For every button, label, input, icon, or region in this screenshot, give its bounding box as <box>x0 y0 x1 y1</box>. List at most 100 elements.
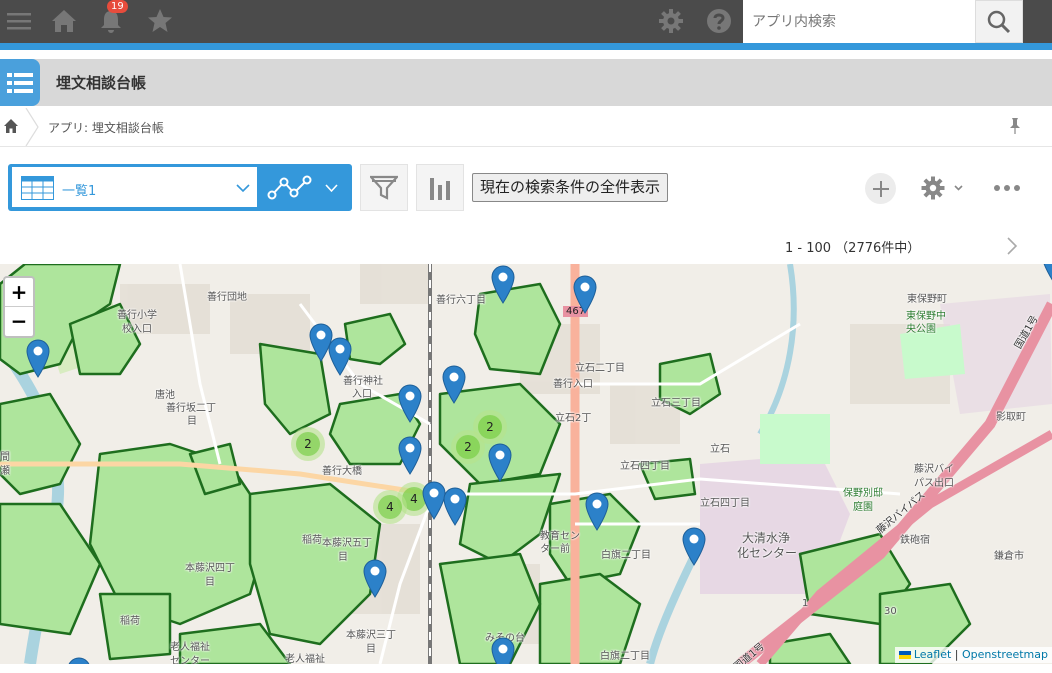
zoom-out-button[interactable]: − <box>5 307 33 336</box>
map-marker-icon[interactable] <box>572 274 598 314</box>
gear-icon <box>921 176 963 200</box>
map-label: センター <box>170 656 210 664</box>
map-label: 立石三丁目 <box>651 398 701 409</box>
chevron-down-icon <box>325 184 338 193</box>
map-marker-icon[interactable] <box>66 656 92 664</box>
map-label: 本藤沢五丁 <box>322 538 372 549</box>
show-all-results-button[interactable]: 現在の検索条件の全件表示 <box>472 173 669 202</box>
menu-icon[interactable] <box>4 6 34 36</box>
map-label: 老人福祉 <box>170 642 210 653</box>
app-search-input[interactable] <box>743 0 975 43</box>
map-attribution: Leaflet | Openstreetmap <box>894 647 1052 663</box>
map-label: 央公園 <box>906 324 936 335</box>
map-label: 善行入口 <box>553 379 593 390</box>
leaflet-link[interactable]: Leaflet <box>914 648 951 661</box>
notification-count-badge: 19 <box>107 0 128 13</box>
top-navigation-bar: 19 <box>0 0 1052 43</box>
marker-cluster[interactable]: 2 <box>291 427 325 461</box>
map-label: 入口 <box>352 389 372 400</box>
view-name-label: 一覧1 <box>62 184 97 199</box>
bottom-margin <box>0 664 1052 673</box>
settings-gear-icon[interactable] <box>656 6 686 36</box>
map-marker-icon[interactable] <box>442 486 468 526</box>
home-icon[interactable] <box>49 6 79 36</box>
map-label: 鉄砲宿 <box>900 535 930 546</box>
map-label: 鎌倉市 <box>994 551 1024 562</box>
map-label: 善行六丁目 <box>436 295 486 306</box>
map-label: 庭園 <box>853 502 873 513</box>
breadcrumb-separator-icon <box>25 108 39 146</box>
map-label: 立石2丁 <box>555 413 592 424</box>
search-icon <box>987 10 1011 33</box>
help-icon[interactable] <box>704 6 734 36</box>
app-list-icon <box>0 59 40 106</box>
bar-chart-icon <box>430 177 450 200</box>
breadcrumb-home-icon[interactable] <box>3 118 19 134</box>
map-marker-icon[interactable] <box>362 558 388 598</box>
map-label: 白旗二丁目 <box>601 550 651 561</box>
map-label: 間 <box>0 452 10 463</box>
map-label: 目 <box>205 577 215 588</box>
map-label: 影取町 <box>996 412 1026 423</box>
plus-icon <box>872 180 889 197</box>
map-view[interactable]: 善行団地 善行小学 校入口 善行六丁目 467 東保野町 東保野中 央公園 善行… <box>0 264 1052 664</box>
app-header <box>0 59 1052 106</box>
map-label: 稲荷 <box>302 535 322 546</box>
map-marker-icon[interactable] <box>25 338 51 378</box>
map-marker-icon[interactable] <box>490 636 516 664</box>
filter-funnel-icon <box>370 175 398 200</box>
map-label: 立石四丁目 <box>700 498 750 509</box>
map-marker-icon[interactable] <box>397 435 423 475</box>
map-label: 本藤沢三丁 <box>346 630 396 641</box>
add-record-button[interactable] <box>865 173 896 204</box>
filter-button[interactable] <box>360 164 408 211</box>
pagination-info: 1 - 100 （2776件中） <box>785 241 921 256</box>
map-marker-icon[interactable] <box>327 336 353 376</box>
map-marker-icon[interactable] <box>1040 264 1052 282</box>
app-settings-button[interactable] <box>919 175 965 201</box>
zoom-in-button[interactable]: + <box>5 278 33 307</box>
map-label: 目 <box>338 552 348 563</box>
graph-chart-button[interactable] <box>416 164 464 211</box>
map-base-layer <box>0 264 1052 664</box>
map-marker-icon[interactable] <box>487 442 513 482</box>
map-label: パス出口 <box>914 478 954 489</box>
map-label: 目 <box>366 644 376 655</box>
map-label: 善行小学 <box>117 310 157 321</box>
graph-icon <box>267 175 312 200</box>
map-label: 藤沢バイ <box>914 464 954 475</box>
map-label: 白旗二丁目 <box>600 651 650 662</box>
marker-cluster[interactable]: 4 <box>373 490 407 524</box>
breadcrumb-app-link[interactable]: アプリ: 埋文相談台帳 <box>48 119 164 136</box>
map-label: ター前 <box>540 544 570 555</box>
map-marker-icon[interactable] <box>441 364 467 404</box>
map-label: 30 <box>884 606 897 617</box>
marker-cluster[interactable]: 2 <box>451 430 485 464</box>
map-label: 立石 <box>710 444 730 455</box>
pin-icon[interactable] <box>1007 117 1023 135</box>
map-label: 瀬 <box>0 466 10 477</box>
map-label: 善行団地 <box>207 292 247 303</box>
map-label: 善行大橋 <box>322 466 362 477</box>
map-marker-icon[interactable] <box>681 526 707 566</box>
map-label: 目 <box>187 416 197 427</box>
map-marker-icon[interactable] <box>584 491 610 531</box>
ukraine-flag-icon <box>898 651 911 659</box>
chevron-down-icon <box>236 184 250 193</box>
search-button[interactable] <box>975 0 1023 43</box>
map-marker-icon[interactable] <box>397 383 423 423</box>
map-label: 老人福祉 <box>285 654 325 664</box>
map-zoom-control: + − <box>3 276 35 338</box>
next-page-chevron-icon[interactable] <box>1005 236 1019 256</box>
attribution-separator: | <box>951 648 962 661</box>
map-label: 校入口 <box>122 324 152 335</box>
table-view-icon <box>21 176 54 200</box>
openstreetmap-link[interactable]: Openstreetmap <box>962 648 1048 661</box>
more-dots-icon <box>994 185 1020 191</box>
more-options-button[interactable] <box>993 180 1021 194</box>
map-label: 立石四丁目 <box>620 461 670 472</box>
map-label: 化センター <box>737 546 798 560</box>
map-label: 本藤沢四丁 <box>185 563 235 574</box>
map-marker-icon[interactable] <box>490 264 516 304</box>
favorites-star-icon[interactable] <box>145 6 175 36</box>
